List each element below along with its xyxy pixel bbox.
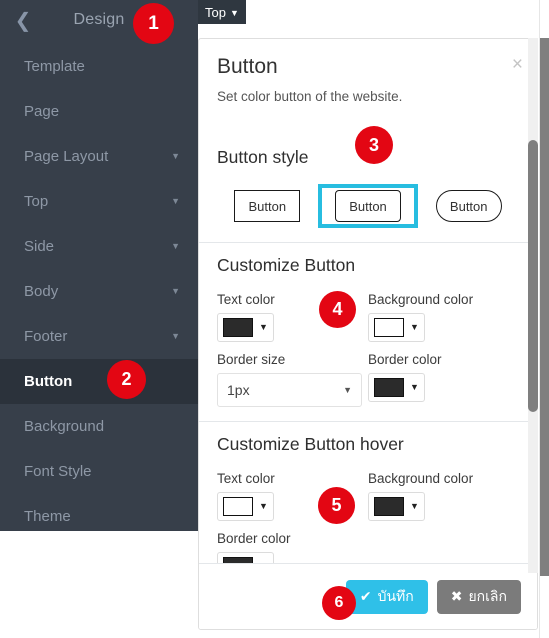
field-label: Border size — [217, 352, 286, 367]
hover-background-color-picker[interactable]: ▼ — [368, 492, 425, 521]
step-marker-5: 5 — [318, 487, 355, 524]
times-icon: ✖ — [450, 588, 463, 604]
sidebar-item-footer[interactable]: Footer ▼ — [0, 314, 198, 359]
chevron-down-icon: ▼ — [171, 331, 180, 341]
dialog-scrollbar-thumb[interactable] — [528, 140, 538, 412]
step-marker-4: 4 — [319, 291, 356, 328]
sidebar-item-page[interactable]: Page — [0, 89, 198, 134]
hover-text-color-picker[interactable]: ▼ — [217, 492, 274, 521]
field-border-color: Border color ▼ — [368, 342, 519, 407]
design-sidebar: ❮ Design Template Page Page Layout ▼ Top… — [0, 0, 198, 531]
section-heading: Customize Button — [217, 255, 356, 275]
sidebar-item-label: Theme — [24, 508, 71, 525]
chevron-down-icon: ▼ — [259, 322, 268, 332]
sidebar-item-label: Font Style — [24, 463, 92, 480]
field-label: Text color — [217, 471, 275, 486]
field-label: Background color — [368, 292, 474, 307]
customize-button-hover-section: Customize Button hover Text color ▼ Back… — [199, 421, 537, 563]
customize-button-hover-fields: Text color ▼ Background color ▼ Border c… — [217, 471, 519, 563]
dialog-header: Button Set color button of the website. … — [199, 39, 537, 116]
sidebar-item-label: Template — [24, 58, 85, 75]
step-marker-6: 6 — [322, 586, 356, 620]
button-style-option-pill-wrap: Button — [418, 190, 519, 222]
text-color-picker[interactable]: ▼ — [217, 313, 274, 342]
color-swatch — [223, 318, 253, 337]
check-icon: ✔ — [359, 588, 372, 604]
field-background-color: Background color ▼ — [368, 292, 519, 342]
sidebar-item-label: Button — [24, 373, 73, 390]
sidebar-item-theme[interactable]: Theme — [0, 494, 198, 539]
sidebar-item-template[interactable]: Template — [0, 44, 198, 89]
customize-button-fields: Text color ▼ Background color ▼ Border s… — [217, 292, 519, 407]
sidebar-item-label: Page — [24, 103, 60, 120]
field-label: Border color — [217, 531, 291, 546]
sidebar-item-button[interactable]: Button — [0, 359, 198, 404]
border-size-select[interactable]: 1px ▼ — [217, 373, 362, 407]
button-style-option-square[interactable]: Button — [234, 190, 301, 222]
button-style-option-pill[interactable]: Button — [435, 190, 502, 222]
button-style-option-rounded[interactable]: Button — [335, 190, 401, 222]
close-icon[interactable]: × — [512, 55, 523, 74]
cancel-button[interactable]: ✖ ยกเลิก — [436, 579, 521, 614]
dialog-title: Button — [217, 55, 278, 78]
field-border-size: Border size 1px ▼ — [217, 342, 368, 407]
chevron-down-icon: ▼ — [259, 501, 268, 511]
top-dropdown-tab[interactable]: Top ▼ — [198, 0, 246, 24]
dialog-footer: ✔ บันทึก ✖ ยกเลิก — [199, 563, 537, 629]
step-marker-2: 2 — [107, 360, 146, 399]
step-marker-3: 3 — [355, 126, 393, 164]
sidebar-item-label: Page Layout — [24, 148, 109, 165]
sidebar-item-label: Top — [24, 193, 49, 210]
chevron-down-icon: ▼ — [410, 382, 419, 392]
chevron-down-icon: ▼ — [171, 286, 180, 296]
customize-button-section: Customize Button Text color ▼ Background… — [199, 242, 537, 421]
sidebar-item-side[interactable]: Side ▼ — [0, 224, 198, 269]
sidebar-item-font-style[interactable]: Font Style — [0, 449, 198, 494]
sidebar-item-body[interactable]: Body ▼ — [0, 269, 198, 314]
border-color-picker[interactable]: ▼ — [368, 373, 425, 402]
save-button[interactable]: ✔ บันทึก — [345, 579, 428, 614]
sidebar-item-page-layout[interactable]: Page Layout ▼ — [0, 134, 198, 179]
field-hover-background-color: Background color ▼ — [368, 471, 519, 521]
chevron-down-icon: ▼ — [343, 385, 352, 395]
dialog-body: Button style Button Button Button Custom… — [199, 135, 537, 563]
button-style-options: Button Button Button — [217, 184, 519, 228]
chevron-down-icon: ▼ — [171, 241, 180, 251]
page-scrollbar-thumb[interactable] — [540, 38, 549, 576]
chevron-down-icon: ▼ — [410, 501, 419, 511]
background-color-picker[interactable]: ▼ — [368, 313, 425, 342]
chevron-down-icon: ▼ — [229, 7, 239, 18]
button-style-option-rounded-wrap: Button — [317, 184, 419, 228]
save-button-label: บันทึก — [377, 587, 414, 604]
sidebar-item-background[interactable]: Background — [0, 404, 198, 449]
cancel-button-label: ยกเลิก — [468, 587, 507, 604]
chevron-down-icon: ▼ — [171, 151, 180, 161]
field-hover-border-color: Border color ▼ — [217, 521, 368, 563]
chevron-down-icon: ▼ — [171, 196, 180, 206]
color-swatch — [223, 497, 253, 516]
color-swatch — [374, 497, 404, 516]
button-style-option-square-wrap: Button — [217, 190, 318, 222]
color-swatch — [374, 318, 404, 337]
section-heading: Customize Button hover — [217, 434, 404, 454]
field-label: Background color — [368, 471, 474, 486]
sidebar-item-label: Background — [24, 418, 105, 435]
top-dropdown-label: Top — [205, 4, 226, 20]
border-size-value: 1px — [227, 382, 250, 398]
sidebar-item-label: Side — [24, 238, 55, 255]
sidebar-item-top[interactable]: Top ▼ — [0, 179, 198, 224]
color-swatch — [374, 378, 404, 397]
field-label: Border color — [368, 352, 442, 367]
hover-border-color-picker[interactable]: ▼ — [217, 552, 274, 563]
sidebar-item-label: Body — [24, 283, 59, 300]
dialog-subtitle: Set color button of the website. — [217, 89, 403, 104]
step-marker-1: 1 — [133, 3, 174, 44]
sidebar-item-label: Footer — [24, 328, 68, 345]
chevron-down-icon: ▼ — [410, 322, 419, 332]
